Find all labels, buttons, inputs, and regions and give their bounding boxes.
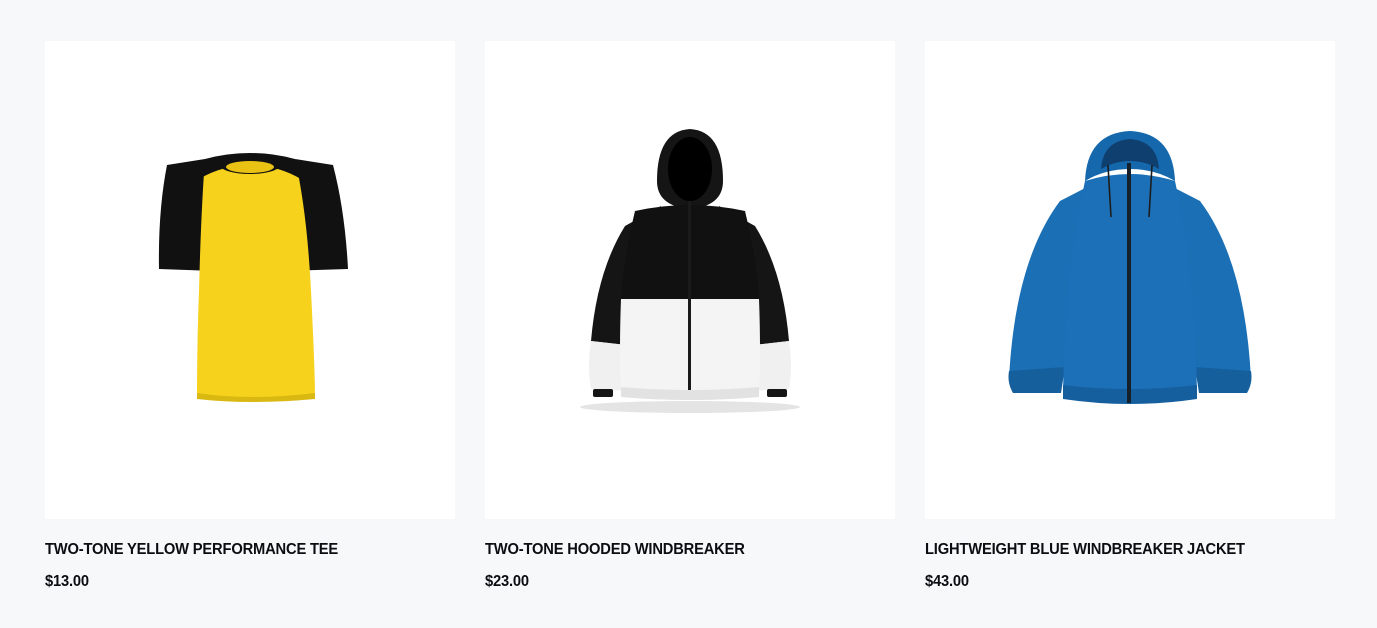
product-title[interactable]: TWO-TONE HOODED WINDBREAKER — [485, 540, 862, 560]
product-price: $13.00 — [45, 573, 89, 590]
yellow-black-tshirt-icon — [158, 153, 348, 402]
product-image-container[interactable] — [485, 41, 895, 519]
black-white-hooded-windbreaker-icon — [580, 129, 800, 413]
blue-windbreaker-jacket-icon — [1008, 131, 1252, 404]
product-card-hooded-windbreaker[interactable]: TWO-TONE HOODED WINDBREAKER $23.00 — [485, 41, 895, 592]
product-price: $23.00 — [485, 573, 529, 590]
product-card-yellow-tee[interactable]: TWO-TONE YELLOW PERFORMANCE TEE $13.00 — [45, 41, 455, 592]
product-title[interactable]: LIGHTWEIGHT BLUE WINDBREAKER JACKET — [925, 540, 1302, 560]
product-image-container[interactable] — [925, 41, 1335, 519]
product-card-blue-windbreaker[interactable]: LIGHTWEIGHT BLUE WINDBREAKER JACKET $43.… — [925, 41, 1335, 592]
product-image-container[interactable] — [45, 41, 455, 519]
product-grid: TWO-TONE YELLOW PERFORMANCE TEE $13.00 T… — [45, 41, 1335, 592]
product-title[interactable]: TWO-TONE YELLOW PERFORMANCE TEE — [45, 540, 422, 560]
product-price: $43.00 — [925, 573, 969, 590]
